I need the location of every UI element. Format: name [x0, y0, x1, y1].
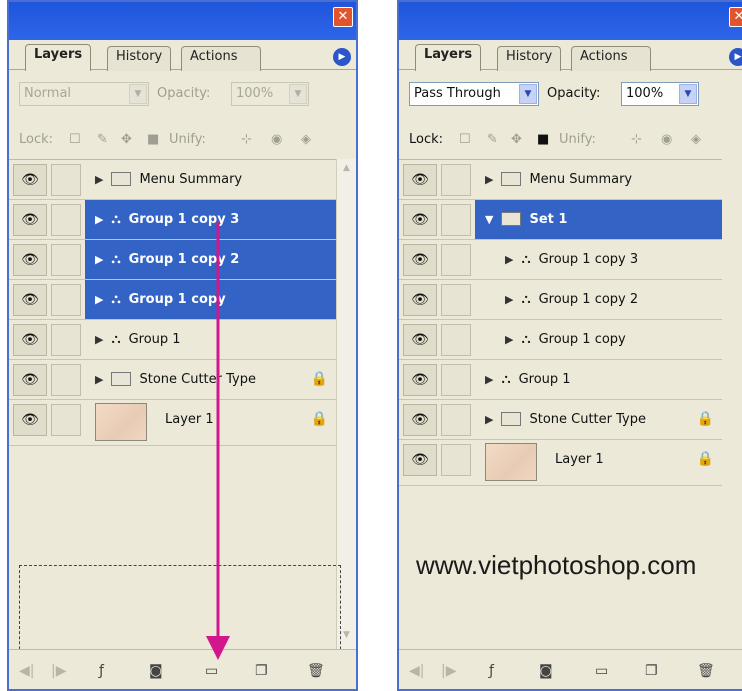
drag-arrow-head: [206, 636, 230, 660]
drag-arrow: [206, 222, 230, 660]
tab-layers[interactable]: Layers: [415, 44, 482, 71]
tab-layers[interactable]: Layers: [25, 44, 92, 71]
